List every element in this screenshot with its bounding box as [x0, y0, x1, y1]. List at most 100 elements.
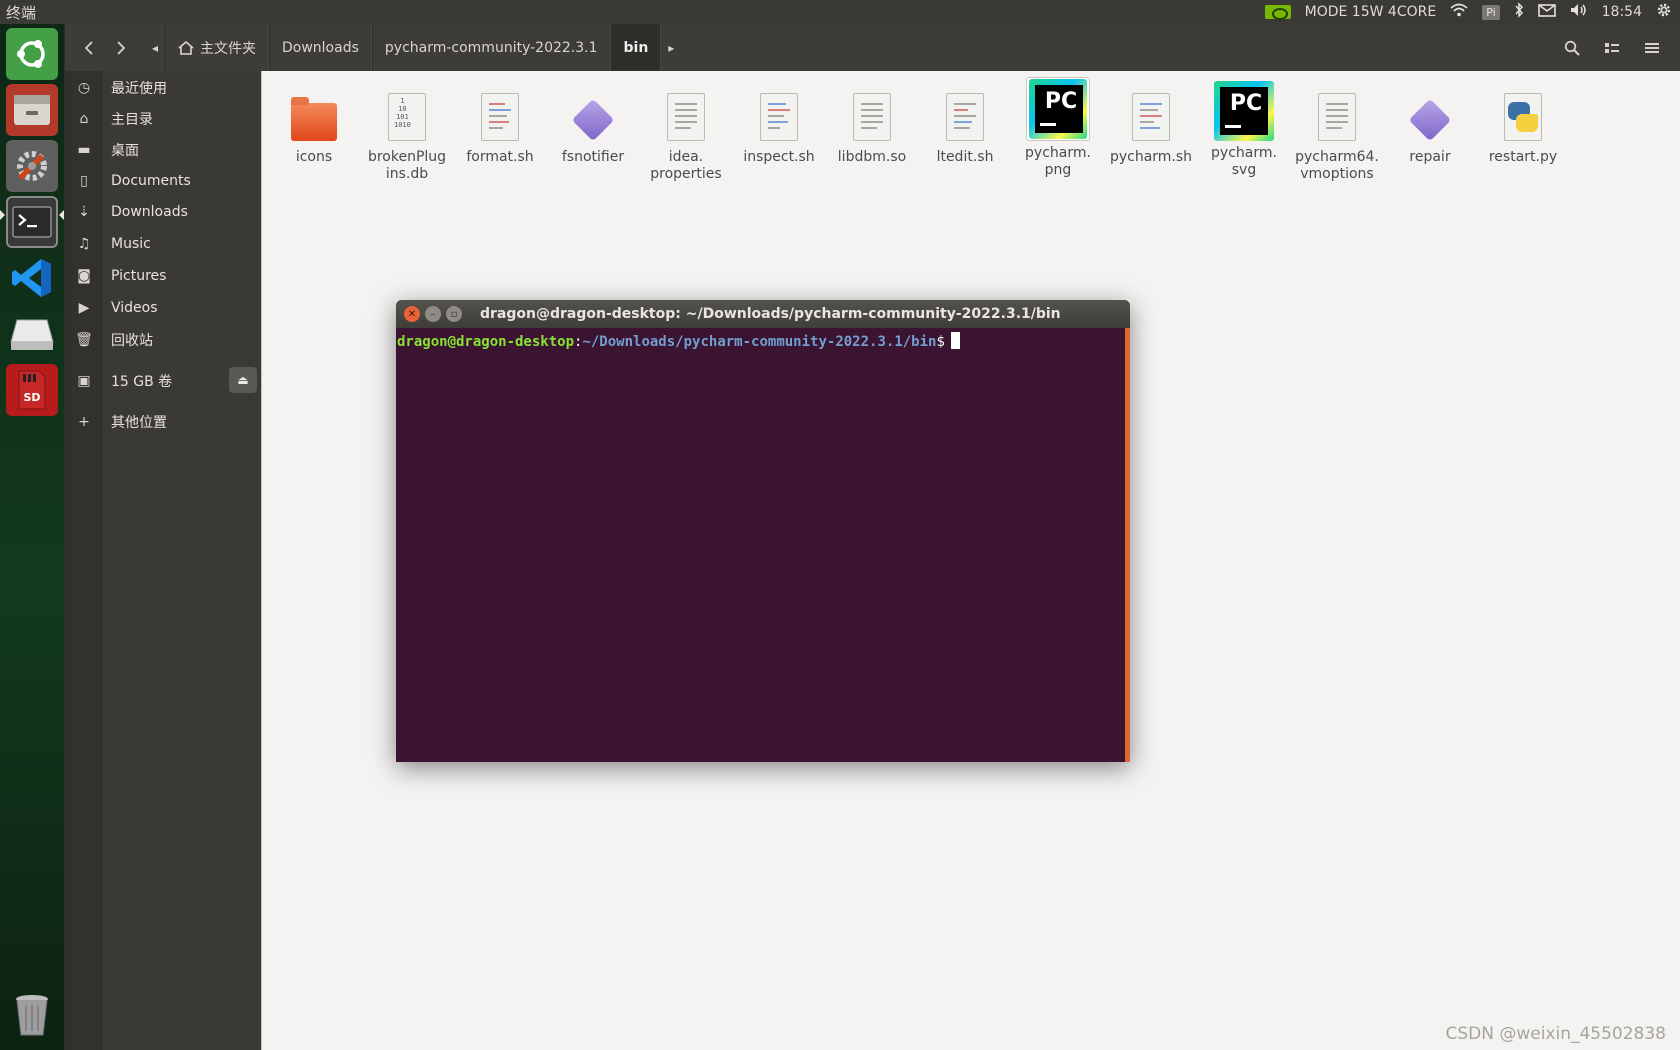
file-item-brokenplugins[interactable]: 1 10 101 1010 brokenPlug ins.db	[363, 89, 451, 183]
pi-indicator[interactable]: Pi	[1482, 4, 1500, 20]
terminal-titlebar[interactable]: ✕ – ▫ dragon@dragon-desktop: ~/Downloads…	[396, 300, 1130, 328]
sidebar-item-trash[interactable]: 🗑 回收站	[65, 325, 261, 355]
trash-icon: 🗑	[75, 332, 93, 348]
top-panel: 终端 MODE 15W 4CORE Pi 18:54	[0, 0, 1680, 24]
breadcrumb-pycharm[interactable]: pycharm-community-2022.3.1	[371, 24, 611, 71]
file-item-ltedit-sh[interactable]: ltedit.sh	[921, 89, 1009, 166]
text-file-icon	[660, 89, 712, 145]
sidebar-item-desktop[interactable]: ▬ 桌面	[65, 135, 261, 165]
back-button[interactable]	[73, 32, 105, 64]
search-button[interactable]	[1556, 32, 1588, 64]
script-file-icon	[474, 89, 526, 145]
breadcrumb-scroll-right-icon[interactable]: ▸	[661, 41, 681, 55]
mail-icon[interactable]	[1537, 3, 1556, 21]
breadcrumb-bin[interactable]: bin	[610, 24, 662, 71]
file-item-icons[interactable]: icons	[270, 89, 358, 166]
file-name: restart.py	[1488, 149, 1558, 165]
launcher: SD	[0, 24, 65, 1050]
system-settings-icon[interactable]	[6, 140, 58, 192]
bluetooth-icon[interactable]	[1514, 2, 1524, 22]
sidebar-item-music[interactable]: ♫ Music	[65, 229, 261, 259]
recent-icon: ◷	[77, 80, 91, 96]
text-cursor	[950, 332, 960, 349]
sidebar-item-home[interactable]: ⌂ 主目录	[65, 104, 261, 134]
breadcrumb-home-label: 主文件夹	[200, 40, 256, 57]
minimize-button[interactable]: –	[425, 306, 441, 322]
forward-button[interactable]	[105, 32, 137, 64]
sidebar-item-label: 15 GB 卷	[111, 374, 173, 390]
power-mode-label[interactable]: MODE 15W 4CORE	[1305, 4, 1437, 20]
ubuntu-dash-icon[interactable]	[6, 28, 58, 80]
breadcrumb-scroll-left-icon[interactable]: ◂	[145, 41, 165, 55]
file-item-fsnotifier[interactable]: fsnotifier	[549, 89, 637, 166]
clock[interactable]: 18:54	[1602, 4, 1642, 20]
sidebar-item-downloads[interactable]: ⇣ Downloads	[65, 197, 261, 227]
terminal-prompt-line: dragon@dragon-desktop:~/Downloads/pychar…	[397, 332, 960, 350]
file-item-inspect-sh[interactable]: inspect.sh	[735, 89, 823, 166]
file-item-restart-py[interactable]: restart.py	[1479, 89, 1567, 166]
files-icon[interactable]	[6, 84, 58, 136]
view-options-button[interactable]	[1596, 32, 1628, 64]
sidebar-item-recent[interactable]: ◷ 最近使用	[65, 73, 261, 103]
sidebar-item-label: 最近使用	[111, 81, 167, 97]
documents-icon: ▯	[80, 173, 88, 189]
places-sidebar: ◷ 最近使用 ⌂ 主目录 ▬ 桌面 ▯ Documents ⇣ Download…	[65, 71, 261, 1050]
sd-card-icon[interactable]: SD	[6, 364, 58, 416]
sidebar-item-label: Music	[111, 236, 151, 252]
script-file-icon	[939, 89, 991, 145]
nvidia-icon[interactable]	[1264, 5, 1291, 20]
pycharm-logo-icon: PC	[1214, 81, 1274, 141]
file-manager-header: ◂ 主文件夹 Downloads pycharm-community-2022.…	[65, 24, 1680, 71]
file-item-idea-properties[interactable]: idea. properties	[642, 89, 730, 183]
settings-gear-icon[interactable]	[1656, 2, 1672, 22]
eject-button[interactable]: ⏏	[229, 367, 257, 393]
file-item-pycharm-png[interactable]: PC pycharm. png	[1014, 77, 1102, 179]
file-item-format-sh[interactable]: format.sh	[456, 89, 544, 166]
sidebar-item-pictures[interactable]: ◙ Pictures	[65, 261, 261, 291]
volume-icon[interactable]	[1570, 3, 1588, 21]
breadcrumb-downloads[interactable]: Downloads	[269, 24, 372, 71]
file-name: ltedit.sh	[936, 149, 994, 165]
terminal-icon[interactable]	[6, 196, 58, 248]
file-name: pycharm.sh	[1109, 149, 1193, 165]
file-name: pycharm64. vmoptions	[1295, 149, 1379, 182]
hamburger-menu-icon	[1645, 42, 1659, 53]
close-button[interactable]: ✕	[404, 306, 420, 322]
home-icon	[178, 40, 194, 55]
maximize-button[interactable]: ▫	[446, 306, 462, 322]
sidebar-item-other-locations[interactable]: + 其他位置	[65, 407, 261, 437]
downloads-icon: ⇣	[78, 204, 90, 220]
file-item-pycharm-svg[interactable]: PC pycharm. svg	[1200, 81, 1288, 179]
breadcrumb-home[interactable]: 主文件夹	[165, 24, 269, 71]
plus-icon: +	[78, 414, 90, 430]
script-file-icon	[753, 89, 805, 145]
sidebar-item-documents[interactable]: ▯ Documents	[65, 166, 261, 196]
terminal-scrollbar[interactable]	[1125, 328, 1130, 762]
file-name: brokenPlug ins.db	[367, 149, 447, 182]
active-indicator-right	[59, 210, 64, 220]
videos-icon: ▶	[78, 300, 90, 316]
sidebar-item-label: 主目录	[111, 112, 153, 128]
file-item-pycharm64-vmoptions[interactable]: pycharm64. vmoptions	[1293, 89, 1381, 183]
drive-icon[interactable]	[6, 308, 58, 360]
file-item-libdbm-so[interactable]: libdbm.so	[828, 89, 916, 166]
sidebar-item-videos[interactable]: ▶ Videos	[65, 293, 261, 323]
file-item-pycharm-sh[interactable]: pycharm.sh	[1107, 89, 1195, 166]
file-item-repair[interactable]: repair	[1386, 89, 1474, 166]
terminal-body[interactable]: dragon@dragon-desktop:~/Downloads/pychar…	[396, 328, 1130, 762]
terminal-window: ✕ – ▫ dragon@dragon-desktop: ~/Downloads…	[396, 300, 1130, 762]
menu-button[interactable]	[1636, 32, 1668, 64]
python-file-icon	[1497, 89, 1549, 145]
sidebar-item-label: Videos	[111, 300, 158, 316]
trash-icon[interactable]	[6, 988, 58, 1040]
sidebar-item-volume[interactable]: ▣ 15 GB 卷 ⏏	[65, 366, 261, 396]
text-file-icon	[1311, 89, 1363, 145]
sidebar-item-label: 其他位置	[111, 415, 167, 431]
wifi-icon[interactable]	[1450, 3, 1468, 21]
prompt-path: ~/Downloads/pycharm-community-2022.3.1/b…	[582, 334, 937, 350]
vscode-icon[interactable]	[6, 252, 58, 304]
pc-logo-text: PC	[1229, 91, 1263, 116]
home-icon: ⌂	[79, 111, 89, 127]
app-title: 终端	[6, 3, 37, 22]
search-icon	[1564, 40, 1580, 56]
